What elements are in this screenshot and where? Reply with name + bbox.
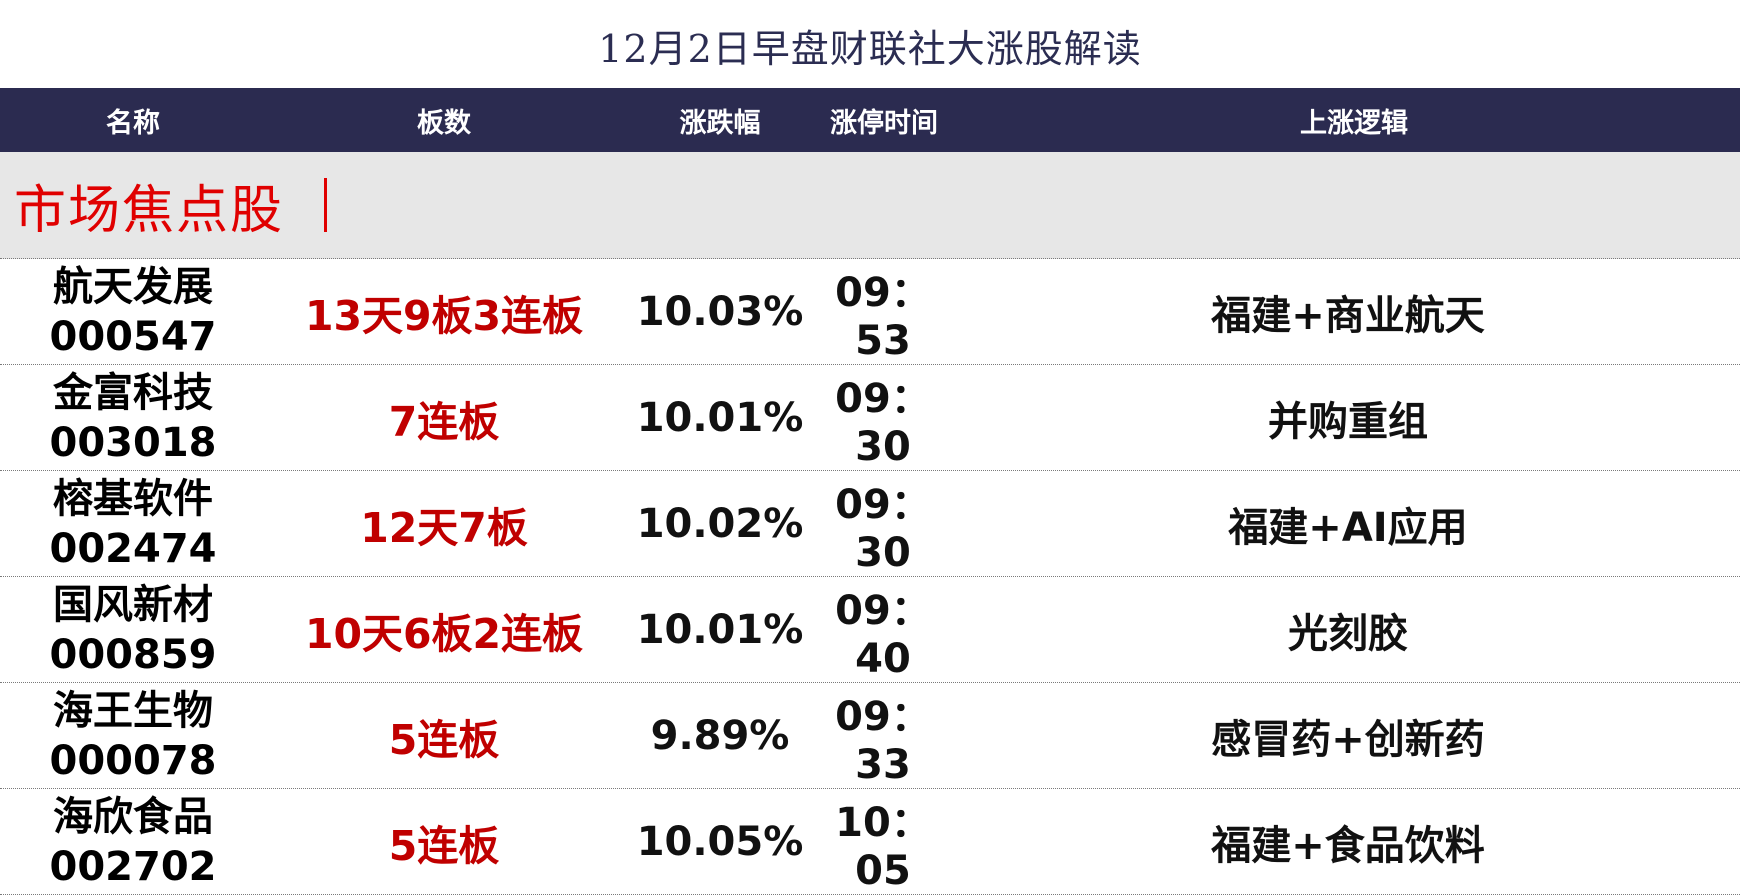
change-pct: 10.02%: [636, 500, 804, 547]
header-logic: 上涨逻辑: [1300, 107, 1408, 139]
stock-name-cell: 国风新材 000859: [0, 577, 266, 682]
limit-up-time: 09：30: [818, 471, 956, 576]
stock-code: 002702: [49, 843, 217, 890]
limit-up-time-text: 10：05: [835, 799, 931, 894]
stock-name: 海王生物: [53, 687, 213, 734]
stock-code: 002474: [49, 525, 217, 572]
stock-code: 000078: [49, 737, 217, 784]
limit-up-time: 09：33: [818, 683, 956, 788]
stock-name-cell: 金富科技 003018: [0, 365, 266, 470]
change-pct: 10.01%: [636, 606, 804, 653]
page-title: 12月2日早盘财联社大涨股解读: [598, 27, 1142, 71]
stock-name: 航天发展: [53, 263, 213, 310]
table-row: 榕基软件 002474 12天7板 10.02% 09：30 福建+AI应用: [0, 471, 1740, 577]
stock-table: 名称 板数 涨跌幅 涨停时间 上涨逻辑 市场焦点股 航天发展 000547 13天9…: [0, 88, 1740, 895]
stock-code: 003018: [49, 419, 217, 466]
limit-up-time-text: 09：40: [835, 587, 931, 682]
board-count: 13天9板3连板: [304, 291, 584, 340]
stock-name: 金富科技: [53, 369, 213, 416]
table-row: 航天发展 000547 13天9板3连板 10.03% 09：53 福建+商业航天: [0, 259, 1740, 365]
stock-name-cell: 航天发展 000547: [0, 259, 266, 364]
section-market-focus: 市场焦点股: [0, 152, 1740, 259]
stock-name-cell: 榕基软件 002474: [0, 471, 266, 576]
page: 12月2日早盘财联社大涨股解读 名称 板数 涨跌幅 涨停时间 上涨逻辑 市场焦点…: [0, 0, 1740, 895]
stock-name: 榕基软件: [53, 475, 213, 522]
stock-code: 000859: [49, 631, 217, 678]
board-count: 5连板: [388, 715, 500, 764]
change-pct: 10.03%: [636, 288, 804, 335]
stock-code: 000547: [49, 313, 217, 360]
table-body: 航天发展 000547 13天9板3连板 10.03% 09：53 福建+商业航天金富科技…: [0, 259, 1740, 895]
board-count: 12天7板: [360, 503, 528, 552]
limit-up-time-text: 09：53: [835, 269, 931, 364]
stock-name-cell: 海王生物 000078: [0, 683, 266, 788]
limit-up-time-text: 09：30: [835, 481, 931, 576]
board-count: 10天6板2连板: [304, 609, 584, 658]
limit-up-time-text: 09：33: [835, 693, 931, 788]
rise-logic: 福建+商业航天: [1211, 292, 1485, 339]
header-change: 涨跌幅: [679, 107, 761, 139]
table-row: 海王生物 000078 5连板 9.89% 09：33 感冒药+创新药: [0, 683, 1740, 789]
rise-logic: 福建+食品饮料: [1211, 822, 1485, 869]
section-divider-bar: [324, 178, 328, 232]
header-name: 名称: [106, 107, 160, 139]
limit-up-time-text: 09：30: [835, 375, 931, 470]
rise-logic: 并购重组: [1268, 398, 1428, 445]
change-pct: 10.05%: [636, 818, 804, 865]
table-row: 金富科技 003018 7连板 10.01% 09：30 并购重组: [0, 365, 1740, 471]
table-row: 海欣食品 002702 5连板 10.05% 10：05 福建+食品饮料: [0, 789, 1740, 895]
header-boards: 板数: [417, 107, 471, 139]
limit-up-time: 10：05: [818, 789, 956, 894]
change-pct: 10.01%: [636, 394, 804, 441]
board-count: 7连板: [388, 397, 500, 446]
rise-logic: 光刻胶: [1288, 610, 1408, 657]
stock-name-cell: 海欣食品 002702: [0, 789, 266, 894]
rise-logic: 感冒药+创新药: [1211, 716, 1485, 763]
limit-up-time: 09：40: [818, 577, 956, 682]
stock-name: 海欣食品: [53, 793, 213, 840]
limit-up-time: 09：30: [818, 365, 956, 470]
stock-name: 国风新材: [53, 581, 213, 628]
rise-logic: 福建+AI应用: [1228, 504, 1468, 551]
header-limit-time: 涨停时间: [830, 107, 938, 139]
table-header: 名称 板数 涨跌幅 涨停时间 上涨逻辑: [0, 88, 1740, 152]
section-label: 市场焦点股: [14, 180, 285, 241]
change-pct: 9.89%: [650, 712, 790, 759]
table-row: 国风新材 000859 10天6板2连板 10.01% 09：40 光刻胶: [0, 577, 1740, 683]
board-count: 5连板: [388, 821, 500, 870]
limit-up-time: 09：53: [818, 259, 956, 364]
